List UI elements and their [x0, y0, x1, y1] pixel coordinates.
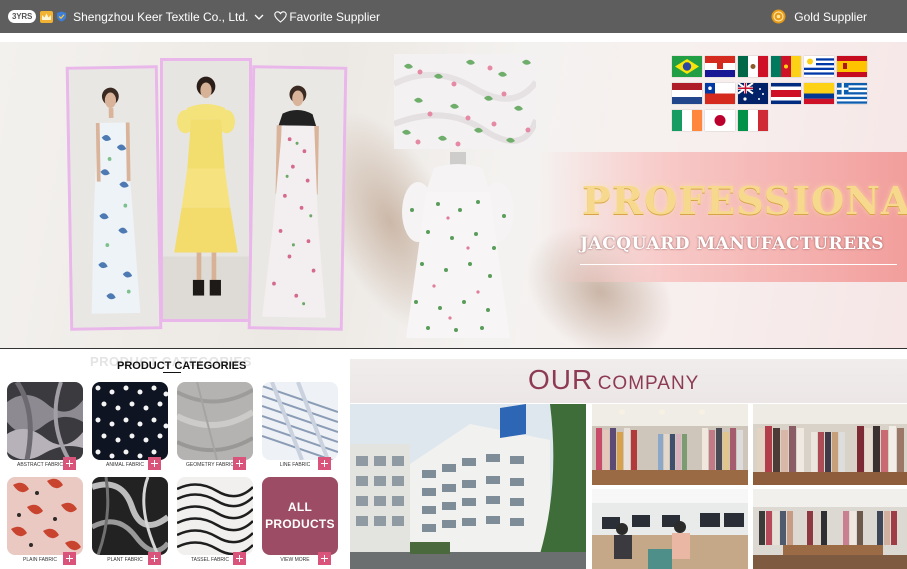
heading-underline [163, 372, 181, 373]
factory-building-photo[interactable] [350, 404, 586, 569]
flag-chile-icon [705, 83, 735, 104]
company-name-link[interactable]: Shengzhou Keer Textile Co., Ltd. [73, 10, 248, 24]
all-products-line2: PRODUCTS [265, 517, 335, 531]
category-tile-animal[interactable]: ANIMAL FABRIC [92, 382, 170, 470]
hero-title: PROFESSIONAL [582, 178, 907, 223]
plus-icon[interactable] [318, 457, 331, 470]
company-title-big: OUR [528, 364, 594, 395]
gold-supplier-label: Gold Supplier [794, 9, 867, 24]
company-header: OUR COMPANY [350, 359, 907, 403]
section-divider [0, 348, 907, 349]
flag-italy-icon [738, 110, 768, 131]
flag-cameroon-icon [771, 56, 801, 77]
favorite-supplier-button[interactable]: Favorite Supplier [274, 10, 380, 24]
categories-heading: PRODUCT CATEGORIES [117, 360, 247, 372]
category-tile-plant[interactable]: PLANT FABRIC [92, 477, 170, 565]
warehouse-photo[interactable] [753, 489, 907, 569]
category-tile-plain[interactable]: PLAIN FABRIC [7, 477, 85, 565]
geometry-fabric-image[interactable] [177, 382, 253, 460]
all-products-button[interactable]: ALL PRODUCTS [262, 477, 338, 555]
fabric-swatch-photo [394, 54, 536, 149]
flag-japan-icon [705, 110, 735, 131]
office-photo[interactable] [592, 489, 748, 569]
crown-icon [40, 10, 54, 23]
verified-shield-icon [57, 11, 67, 22]
category-tile-view-more[interactable]: ALL PRODUCTS VIEW MORE [262, 477, 340, 565]
plus-icon[interactable] [63, 457, 76, 470]
plus-icon[interactable] [148, 457, 161, 470]
garment-racks-photo[interactable] [753, 404, 907, 485]
category-tile-tassel[interactable]: TASSEL FABRIC [177, 477, 255, 565]
plus-icon[interactable] [148, 552, 161, 565]
plus-icon[interactable] [318, 552, 331, 565]
flag-spain-icon [837, 56, 867, 77]
favorite-supplier-label: Favorite Supplier [289, 9, 381, 24]
hero-banner[interactable]: PROFESSIONAL JACQUARD MANUFACTURERS [0, 42, 907, 348]
hero-subtitle: JACQUARD MANUFACTURERS [580, 234, 884, 254]
plus-icon[interactable] [63, 552, 76, 565]
flag-brazil-icon [672, 56, 702, 77]
flag-uruguay-icon [804, 56, 834, 77]
hero-divider [580, 264, 897, 265]
tassel-fabric-image[interactable] [177, 477, 253, 555]
company-title-small: COMPANY [597, 373, 700, 394]
flag-croatia-icon [705, 56, 735, 77]
category-tile-line[interactable]: LINE FABRIC [262, 382, 340, 470]
country-flags-grid [672, 56, 867, 134]
heart-icon [274, 10, 288, 23]
abstract-fabric-image[interactable] [7, 382, 83, 460]
showroom-photo[interactable] [592, 404, 748, 485]
model-photo-white-floral-dress [247, 65, 348, 331]
plant-fabric-image[interactable] [92, 477, 168, 555]
product-categories-panel: PRODUCT CATEGORIES PRODUCT CATEGORIES AB… [0, 350, 345, 569]
category-tile-geometry[interactable]: GEOMETRY FABRIC [177, 382, 255, 470]
flag-greece-icon [837, 83, 867, 104]
company-title: OUR COMPANY [528, 364, 699, 396]
category-tile-abstract[interactable]: ABSTRACT FABRIC [7, 382, 85, 470]
flag-australia-icon [738, 83, 768, 104]
animal-fabric-image[interactable] [92, 382, 168, 460]
gold-medal-icon [771, 9, 786, 24]
flag-netherlands-icon [672, 83, 702, 104]
all-products-line1: ALL [287, 500, 313, 514]
flag-ireland-icon [672, 110, 702, 131]
plus-icon[interactable] [233, 457, 246, 470]
dress-mannequin-photo [402, 152, 514, 338]
gold-supplier-badge: Gold Supplier [771, 9, 867, 24]
chevron-down-icon[interactable] [254, 13, 264, 21]
years-badge: 3YRS [8, 10, 37, 23]
model-photo-yellow-dress [160, 58, 252, 322]
flag-mexico-icon [738, 56, 768, 77]
plus-icon[interactable] [233, 552, 246, 565]
flag-costa-rica-icon [771, 83, 801, 104]
flag-colombia-icon [804, 83, 834, 104]
supplier-topbar: 3YRS Shengzhou Keer Textile Co., Ltd. Fa… [0, 0, 907, 33]
our-company-panel: OUR COMPANY [350, 359, 907, 569]
model-photo-blue-print-dress [65, 65, 163, 331]
line-fabric-image[interactable] [262, 382, 338, 460]
plain-fabric-image[interactable] [7, 477, 83, 555]
